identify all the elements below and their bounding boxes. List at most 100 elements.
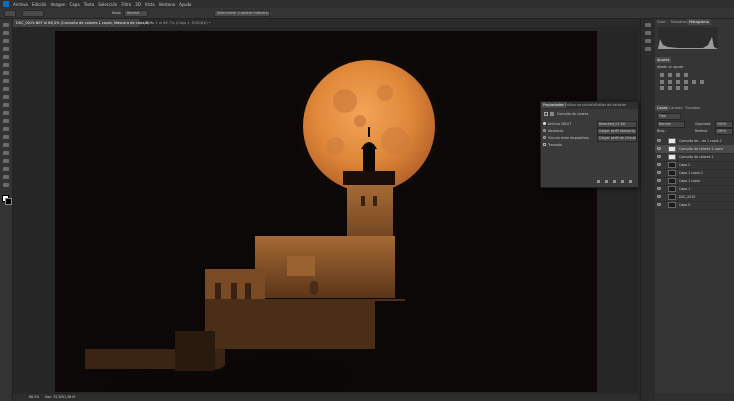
layer-name: DSC_0015 (679, 195, 696, 199)
clone-stamp-tool-icon[interactable] (3, 95, 9, 99)
properties-tabbar: Propiedades Estilos de párrafo Estilos d… (541, 102, 638, 109)
eye-icon[interactable] (657, 147, 661, 150)
tab-trazados[interactable]: Trazados (683, 105, 702, 111)
vinculo-select[interactable]: Cargar perfil de vínculo... (597, 135, 637, 142)
eye-icon[interactable] (657, 195, 661, 198)
tab-canales[interactable]: Canales (667, 105, 684, 111)
layers-list: Consulta de... de 1 copia 2 Consulta de … (655, 137, 734, 237)
tramado-label: Tramado (548, 143, 562, 147)
fill-field[interactable]: 100% (715, 128, 733, 135)
menu-ventana[interactable]: Ventana (159, 2, 175, 7)
marquee-tool-icon[interactable] (3, 31, 9, 35)
crop-tool-icon[interactable] (3, 55, 9, 59)
menu-archivo[interactable]: Archivo (13, 2, 28, 7)
layer-kind-filter[interactable]: Tipo (657, 113, 681, 120)
layers-footer-icons[interactable] (655, 393, 734, 401)
frame-tool-icon[interactable] (3, 63, 9, 67)
layer-thumbnail (668, 202, 676, 208)
properties-panel: Propiedades Estilos de párrafo Estilos d… (540, 101, 639, 188)
eye-icon[interactable] (657, 163, 661, 166)
layer-row[interactable]: Capa 0 (655, 201, 734, 210)
selection-mode-icons[interactable] (22, 10, 44, 17)
layer-name: Capa 1 copia (679, 179, 700, 183)
quick-select-tool-icon[interactable] (3, 47, 9, 51)
layer-thumbnail (668, 178, 676, 184)
healing-brush-tool-icon[interactable] (3, 79, 9, 83)
abstracto-select[interactable]: Cargar perfil abstracto... (597, 128, 637, 135)
tab-sin-titulo[interactable]: Sin título-1 al 66,7% (Capa 1, RGB/8#) * (135, 19, 221, 27)
tab-ajustes[interactable]: Ajustes (655, 57, 672, 63)
dodge-tool-icon[interactable] (3, 135, 9, 139)
doc-size-readout: Doc: 35,2M/1,46 M (45, 395, 76, 399)
layer-name: Capa 0 (679, 203, 691, 207)
tab-muestras[interactable]: Muestras (669, 19, 689, 25)
lasso-tool-icon[interactable] (3, 39, 9, 43)
layer-name: Consulta de colores 1 copia (679, 147, 723, 151)
tab-dsc-0015[interactable]: DSC_0015.NEF al 66,3% (Consulta de color… (13, 19, 152, 27)
eye-icon[interactable] (657, 203, 661, 206)
eye-icon[interactable] (657, 187, 661, 190)
opacity-field[interactable]: 100% (715, 121, 733, 128)
menu-ayuda[interactable]: Ayuda (179, 2, 191, 7)
layer-name: Consulta de... de 1 copia 2 (679, 139, 722, 143)
document-photo[interactable] (55, 31, 597, 392)
mask-icon[interactable] (550, 112, 554, 116)
abstracto-radio[interactable] (543, 129, 546, 132)
archivo-label: Archivo 3DLUT (548, 122, 572, 126)
tramado-checkbox[interactable] (543, 143, 546, 146)
eraser-tool-icon[interactable] (3, 111, 9, 115)
histogram-graph (658, 27, 718, 49)
layer-thumbnail (668, 146, 676, 152)
hand-tool-icon[interactable] (3, 175, 9, 179)
character-panel-icon[interactable] (645, 47, 651, 51)
type-tool-icon[interactable] (3, 151, 9, 155)
blend-mode-select[interactable]: Normal (657, 121, 685, 128)
tab-histograma[interactable]: Histograma (687, 19, 711, 25)
layer-name: Capa 1 copia 2 (679, 171, 703, 175)
adjustment-layer-icon (544, 112, 548, 116)
eyedropper-tool-icon[interactable] (3, 71, 9, 75)
tab-estilos-parrafo[interactable]: Estilos de párrafo (563, 102, 597, 108)
menu-3d[interactable]: 3D (135, 2, 141, 7)
history-brush-tool-icon[interactable] (3, 103, 9, 107)
tab-estilos-caracter[interactable]: Estilos de carácter (593, 102, 628, 108)
menu-edicion[interactable]: Edición (32, 2, 46, 7)
zoom-tool-icon[interactable] (3, 183, 9, 187)
menu-vista[interactable]: Vista (145, 2, 155, 7)
pen-tool-icon[interactable] (3, 143, 9, 147)
layer-thumbnail (668, 162, 676, 168)
eye-icon[interactable] (657, 139, 661, 142)
mode-select[interactable]: Normal (124, 10, 148, 17)
eye-icon[interactable] (657, 155, 661, 158)
gradient-tool-icon[interactable] (3, 119, 9, 123)
brush-settings-panel-icon[interactable] (645, 39, 651, 43)
brush-tool-icon[interactable] (3, 87, 9, 91)
menu-imagen[interactable]: Imagen (50, 2, 65, 7)
photoshop-logo-icon[interactable] (3, 1, 9, 7)
tab-color[interactable]: Color (655, 19, 668, 25)
eye-icon[interactable] (657, 179, 661, 182)
menu-seleccion[interactable]: Selección (98, 2, 117, 7)
menu-filtro[interactable]: Filtro (121, 2, 131, 7)
tool-preset-icon[interactable] (4, 10, 16, 17)
tools-panel (0, 19, 13, 401)
path-select-tool-icon[interactable] (3, 159, 9, 163)
move-tool-icon[interactable] (3, 23, 9, 27)
rectangle-tool-icon[interactable] (3, 167, 9, 171)
menu-texto[interactable]: Texto (84, 2, 95, 7)
blur-tool-icon[interactable] (3, 127, 9, 131)
archivo-radio[interactable] (543, 122, 546, 125)
zoom-readout[interactable]: 66,3% (29, 394, 39, 401)
vinculo-radio[interactable] (543, 136, 546, 139)
archivo-select[interactable]: Bleached_01.3dl (597, 121, 637, 128)
background-color-swatch[interactable] (5, 198, 12, 205)
properties-footer-icons[interactable] (596, 179, 636, 184)
eye-icon[interactable] (657, 171, 661, 174)
layer-thumbnail (668, 186, 676, 192)
adjustment-icons[interactable] (658, 71, 728, 91)
history-panel-icon[interactable] (645, 23, 651, 27)
properties-panel-icon[interactable] (645, 31, 651, 35)
select-and-mask-button[interactable]: Seleccionar y aplicar máscara... (214, 10, 271, 17)
layer-thumbnail (668, 170, 676, 176)
menu-capa[interactable]: Capa (70, 2, 80, 7)
